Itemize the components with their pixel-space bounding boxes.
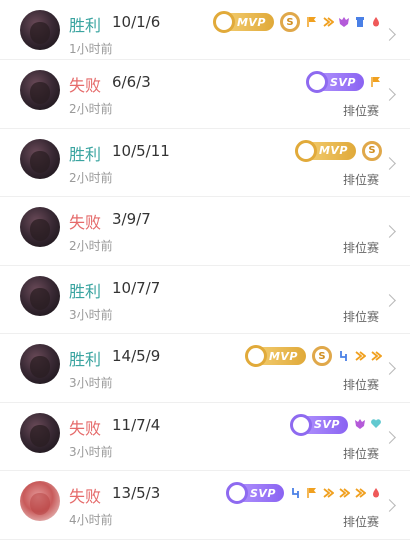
match-mode: 排位赛: [342, 172, 379, 187]
match-time: 2小时前: [69, 102, 113, 116]
four-kill-icon: [338, 347, 350, 366]
dragon-icon: [338, 13, 350, 32]
chevron-right-icon[interactable]: [383, 88, 396, 101]
match-result: 胜利: [69, 144, 102, 164]
match-row[interactable]: 胜利 10/5/11 2小时前 MVP S 排位赛: [0, 129, 410, 197]
match-result: 胜利: [69, 281, 102, 301]
mvp-badge: MVP: [212, 11, 274, 33]
double-chevron-icon: [370, 347, 382, 366]
chevron-right-icon[interactable]: [383, 293, 396, 307]
chevron-right-icon[interactable]: [383, 28, 396, 41]
coin-badge: S: [312, 346, 332, 366]
match-result: 胜利: [69, 16, 102, 35]
match-row[interactable]: 胜利 10/1/6 1小时前 MVP S: [0, 0, 410, 60]
badge-area: SVP: [306, 71, 382, 93]
kda-score: 14/5/9: [112, 347, 161, 365]
flag-icon: [306, 13, 318, 32]
badge-area: MVP S: [212, 11, 382, 33]
badge-area: SVP: [226, 482, 382, 504]
chevron-right-icon[interactable]: [383, 499, 396, 512]
match-mode: 排位赛: [342, 515, 379, 529]
match-row[interactable]: 失败 13/5/3 4小时前 SVP 排位赛: [0, 471, 410, 540]
match-time: 3小时前: [69, 376, 113, 390]
svp-badge: SVP: [306, 71, 364, 93]
chevron-right-icon[interactable]: [383, 430, 396, 444]
match-row[interactable]: 胜利 14/5/9 3小时前 MVP S 排位赛: [0, 334, 410, 403]
match-time: 2小时前: [69, 239, 113, 253]
match-row[interactable]: 失败 3/9/7 2小时前 排位赛: [0, 197, 410, 266]
heart-icon: [370, 415, 382, 434]
kda-score: 3/9/7: [112, 210, 151, 228]
match-mode: 排位赛: [342, 309, 379, 324]
match-time: 3小时前: [69, 444, 113, 459]
double-chevron-icon: [354, 347, 366, 366]
achievement-icons: [338, 347, 382, 366]
achievement-icons: [290, 484, 382, 503]
coin-badge: S: [362, 140, 382, 161]
avatar: [20, 412, 60, 453]
drop-icon: [370, 13, 382, 32]
double-chevron-icon: [322, 484, 334, 503]
badge-area: MVP S: [244, 345, 382, 367]
dragon-icon: [354, 415, 366, 434]
match-time: 1小时前: [69, 42, 113, 56]
tower-icon: [354, 13, 366, 32]
match-mode: 排位赛: [342, 104, 379, 118]
badge-area: MVP S: [294, 139, 382, 162]
match-row[interactable]: 胜利 10/7/7 3小时前 排位赛: [0, 266, 410, 334]
match-time: 3小时前: [69, 307, 113, 322]
avatar: [20, 207, 60, 247]
avatar: [20, 10, 60, 50]
kda-score: 10/7/7: [112, 278, 161, 297]
coin-badge: S: [280, 12, 300, 32]
chevron-right-icon[interactable]: [383, 156, 396, 170]
avatar: [20, 481, 60, 521]
kda-score: 13/5/3: [112, 484, 161, 502]
match-mode: 排位赛: [342, 378, 379, 392]
svp-badge: SVP: [290, 413, 348, 436]
mvp-badge: MVP: [294, 139, 356, 162]
match-mode: 排位赛: [342, 446, 379, 461]
match-result: 失败: [69, 418, 102, 438]
match-result: 失败: [69, 76, 102, 95]
match-time: 2小时前: [69, 170, 113, 185]
avatar: [20, 138, 60, 179]
kda-score: 6/6/3: [112, 73, 151, 91]
achievement-icons: [370, 73, 382, 92]
match-time: 4小时前: [69, 513, 113, 527]
avatar: [20, 70, 60, 110]
achievement-icons: [354, 415, 382, 434]
kda-score: 11/7/4: [112, 415, 161, 434]
chevron-right-icon[interactable]: [383, 225, 396, 238]
double-chevron-icon: [354, 484, 366, 503]
double-chevron-icon: [338, 484, 350, 503]
match-row[interactable]: 失败 11/7/4 3小时前 SVP 排位赛: [0, 403, 410, 471]
match-mode: 排位赛: [342, 241, 379, 255]
avatar: [20, 344, 60, 384]
double-chevron-icon: [322, 13, 334, 32]
match-result: 失败: [69, 213, 102, 232]
mvp-badge: MVP: [244, 345, 306, 367]
kda-score: 10/5/11: [112, 141, 170, 160]
flag-icon: [370, 73, 382, 92]
kda-score: 10/1/6: [112, 13, 161, 31]
match-row[interactable]: 失败 6/6/3 2小时前 SVP 排位赛: [0, 60, 410, 129]
svp-badge: SVP: [226, 482, 284, 504]
four-kill-icon: [290, 484, 302, 503]
flag-icon: [306, 484, 318, 503]
drop-icon: [370, 484, 382, 503]
achievement-icons: [306, 13, 382, 32]
match-result: 失败: [69, 487, 102, 506]
avatar: [20, 275, 60, 316]
chevron-right-icon[interactable]: [383, 362, 396, 375]
match-result: 胜利: [69, 350, 102, 369]
badge-area: SVP: [290, 413, 382, 436]
match-history-list: 胜利 10/1/6 1小时前 MVP S 失败 6/6/3 2小时前 SVP 排位…: [0, 0, 410, 540]
